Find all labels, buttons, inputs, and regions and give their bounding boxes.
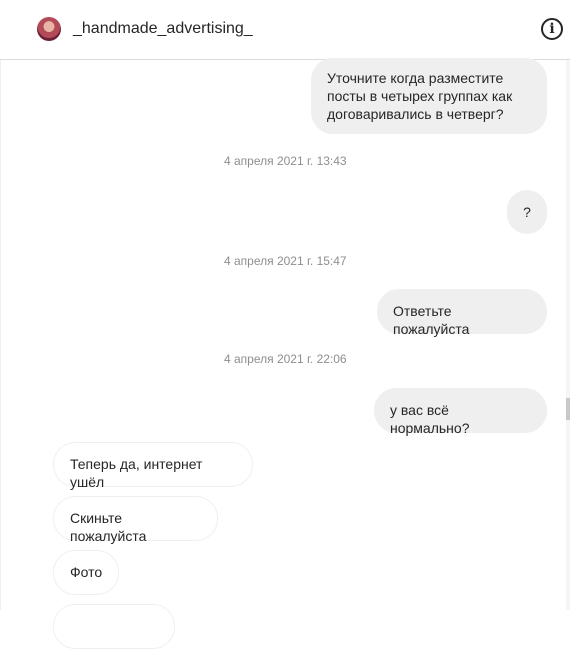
message-incoming[interactable]: Скиньте пожалуйста [53, 496, 218, 544]
message-incoming[interactable]: Фото [53, 550, 119, 595]
message-text: Теперь да, интернет ушёл [70, 456, 203, 490]
message-text: Фото [70, 564, 103, 580]
message-incoming[interactable] [53, 604, 175, 649]
message-text: ? [523, 204, 531, 220]
info-icon[interactable]: i [541, 18, 563, 40]
chat-header: _handmade_advertising_ i [0, 0, 570, 60]
message-timestamp: 4 апреля 2021 г. 22:06 [224, 352, 347, 366]
message-text: у вас всё нормально? [390, 402, 470, 436]
message-timestamp: 4 апреля 2021 г. 13:43 [224, 154, 347, 168]
message-text: Ответьте пожалуйста [393, 303, 470, 337]
message-incoming[interactable]: Теперь да, интернет ушёл [53, 442, 253, 490]
avatar[interactable] [37, 17, 61, 41]
message-text: Уточните когда разместите посты в четыре… [327, 70, 513, 122]
message-timestamp: 4 апреля 2021 г. 15:47 [224, 254, 347, 268]
message-outgoing[interactable]: ? [507, 190, 547, 234]
chat-username[interactable]: _handmade_advertising_ [73, 20, 253, 38]
message-outgoing[interactable]: у вас всё нормально? [374, 388, 547, 436]
message-outgoing[interactable]: Уточните когда разместите посты в четыре… [311, 58, 547, 134]
divider [0, 60, 1, 610]
message-outgoing[interactable]: Ответьте пожалуйста [377, 289, 547, 337]
scrollbar[interactable] [566, 60, 570, 610]
message-text: Скиньте пожалуйста [70, 510, 147, 544]
